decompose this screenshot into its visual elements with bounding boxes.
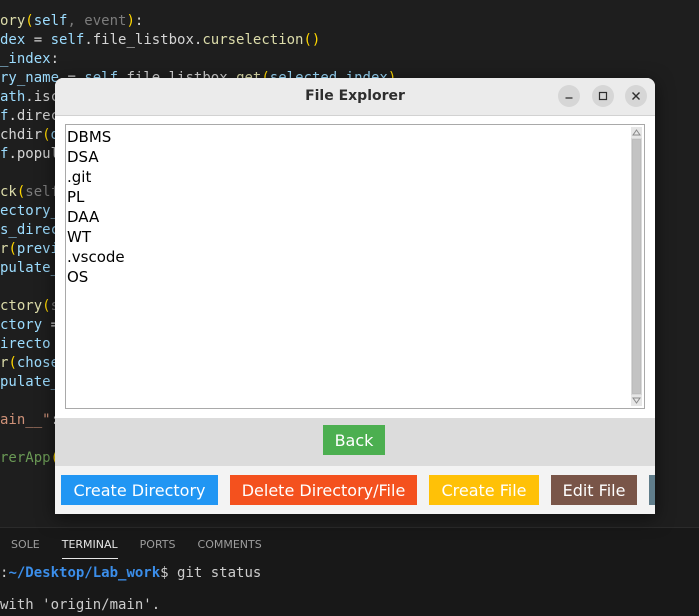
code-line: ctory(s <box>0 298 59 314</box>
tab-console[interactable]: SOLE <box>0 536 51 560</box>
delete-directory-button[interactable]: Delete Directory/File <box>230 475 417 505</box>
code-line: r(previ <box>0 241 60 257</box>
tab-terminal[interactable]: TERMINAL <box>51 536 129 560</box>
scroll-down-arrow[interactable] <box>631 395 642 406</box>
code-line: rerApp( <box>0 450 59 466</box>
terminal-output: with 'origin/main'. <box>0 597 161 613</box>
close-icon <box>632 92 640 100</box>
create-directory-button[interactable]: Create Directory <box>61 475 218 505</box>
create-file-button[interactable]: Create File <box>429 475 539 505</box>
code-line: ain__": <box>0 412 59 428</box>
tab-comments[interactable]: COMMENTS <box>187 536 273 560</box>
minimize-button[interactable] <box>558 85 580 107</box>
terminal-command: $ git status <box>160 565 262 581</box>
list-item-pl[interactable]: PL <box>67 187 627 207</box>
maximize-icon <box>598 91 608 101</box>
back-button[interactable]: Back <box>323 425 385 455</box>
code-line: pulate_ <box>0 260 60 276</box>
code-line: s_direc <box>0 222 60 238</box>
list-item-os[interactable]: OS <box>67 267 627 287</box>
file-explorer-window: File Explorer DBMS DSA .git PL DAA WT .v… <box>55 78 655 514</box>
scroll-thumb[interactable] <box>632 139 641 394</box>
code-line: chdir(d <box>0 127 59 143</box>
code-line: dex = self.file_listbox.curselection() <box>0 32 321 48</box>
code-line: ath.isc <box>0 89 60 105</box>
code-line: r(chose <box>0 355 60 371</box>
file-list: DBMS DSA .git PL DAA WT .vscode OS <box>67 127 627 287</box>
list-item-wt[interactable]: WT <box>67 227 627 247</box>
triangle-down-icon <box>632 397 641 404</box>
code-line: irecto <box>0 336 51 352</box>
code-line: _index: <box>0 51 60 67</box>
maximize-button[interactable] <box>592 85 614 107</box>
terminal-panel[interactable]: SOLE TERMINAL PORTS COMMENTS :~/Desktop/… <box>0 527 699 616</box>
code-line: ory(self, event): <box>0 13 144 29</box>
edit-file-button[interactable]: Edit File <box>551 475 637 505</box>
triangle-up-icon <box>632 129 641 136</box>
code-line: ctory = <box>0 317 59 333</box>
overflow-button[interactable] <box>649 475 655 505</box>
code-line: f.direc <box>0 108 60 124</box>
file-listbox[interactable]: DBMS DSA .git PL DAA WT .vscode OS <box>65 124 645 409</box>
code-line: ck(self <box>0 184 60 200</box>
code-line: ectory_ <box>0 203 60 219</box>
list-item-dbms[interactable]: DBMS <box>67 127 627 147</box>
list-item-git[interactable]: .git <box>67 167 627 187</box>
vertical-scrollbar[interactable] <box>631 127 642 406</box>
list-item-vscode[interactable]: .vscode <box>67 247 627 267</box>
scroll-up-arrow[interactable] <box>631 127 642 138</box>
content-area: DBMS DSA .git PL DAA WT .vscode OS <box>55 116 655 418</box>
list-item-daa[interactable]: DAA <box>67 207 627 227</box>
list-item-dsa[interactable]: DSA <box>67 147 627 167</box>
panel-tabs: SOLE TERMINAL PORTS COMMENTS <box>0 536 273 560</box>
title-bar[interactable]: File Explorer <box>55 78 655 116</box>
prompt-path: ~/Desktop/Lab_work <box>8 565 161 581</box>
close-button[interactable] <box>625 85 647 107</box>
minimize-icon <box>565 97 573 99</box>
terminal-prompt-line: :~/Desktop/Lab_work$ git status <box>0 565 261 581</box>
code-line: f.popul <box>0 146 60 162</box>
code-line: pulate_ <box>0 374 60 390</box>
tab-ports[interactable]: PORTS <box>129 536 187 560</box>
